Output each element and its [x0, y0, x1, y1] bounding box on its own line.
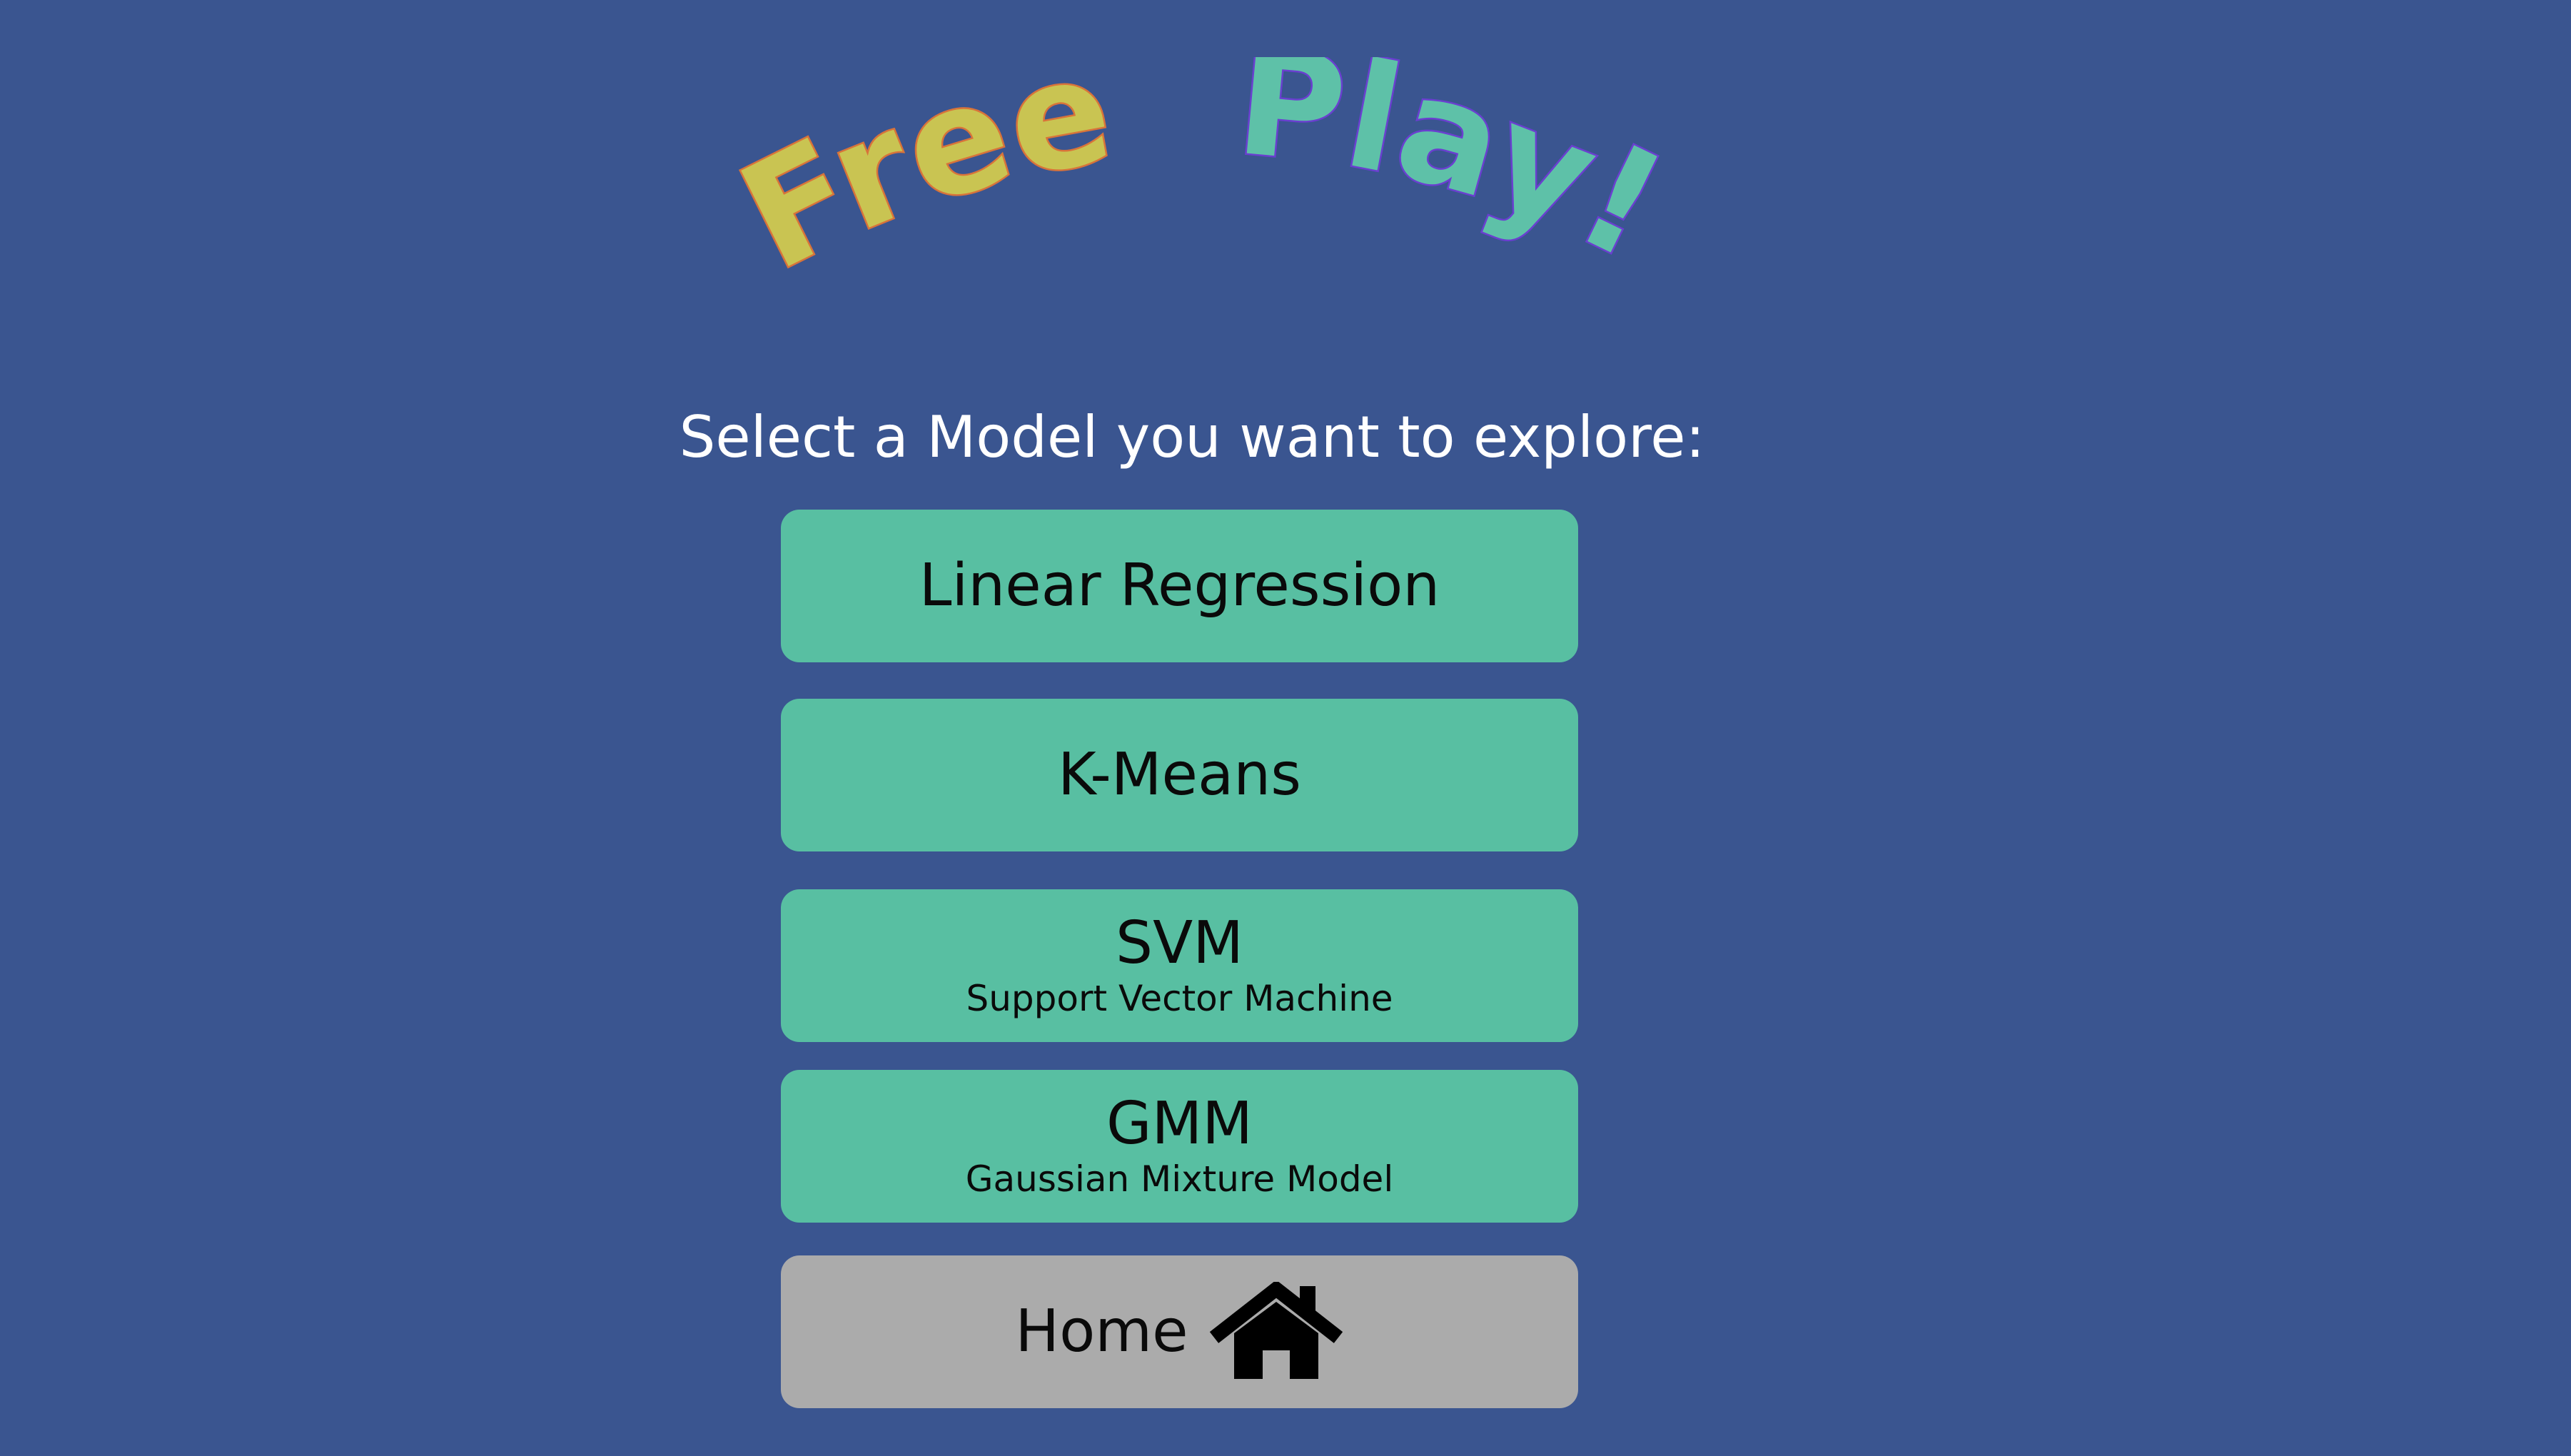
linear-regression-label: Linear Regression — [919, 552, 1440, 620]
gmm-sublabel: Gaussian Mixture Model — [965, 1158, 1394, 1200]
svm-button[interactable]: SVM Support Vector Machine — [781, 889, 1578, 1042]
svm-label: SVM — [1116, 909, 1243, 977]
gmm-label: GMM — [1106, 1090, 1253, 1158]
kmeans-button[interactable]: K-Means — [781, 699, 1578, 851]
title-free: Free — [717, 57, 1123, 303]
home-label: Home — [1015, 1298, 1188, 1365]
free-play-title: Free Play! — [714, 57, 1689, 305]
home-button[interactable]: Home — [781, 1255, 1578, 1408]
select-model-prompt: Select a Model you want to explore: — [679, 404, 1705, 470]
kmeans-label: K-Means — [1058, 741, 1301, 809]
gmm-button[interactable]: GMM Gaussian Mixture Model — [781, 1070, 1578, 1223]
home-icon — [1208, 1282, 1344, 1382]
title-play: Play! — [1231, 57, 1688, 293]
svm-sublabel: Support Vector Machine — [966, 978, 1393, 1019]
linear-regression-button[interactable]: Linear Regression — [781, 510, 1578, 662]
